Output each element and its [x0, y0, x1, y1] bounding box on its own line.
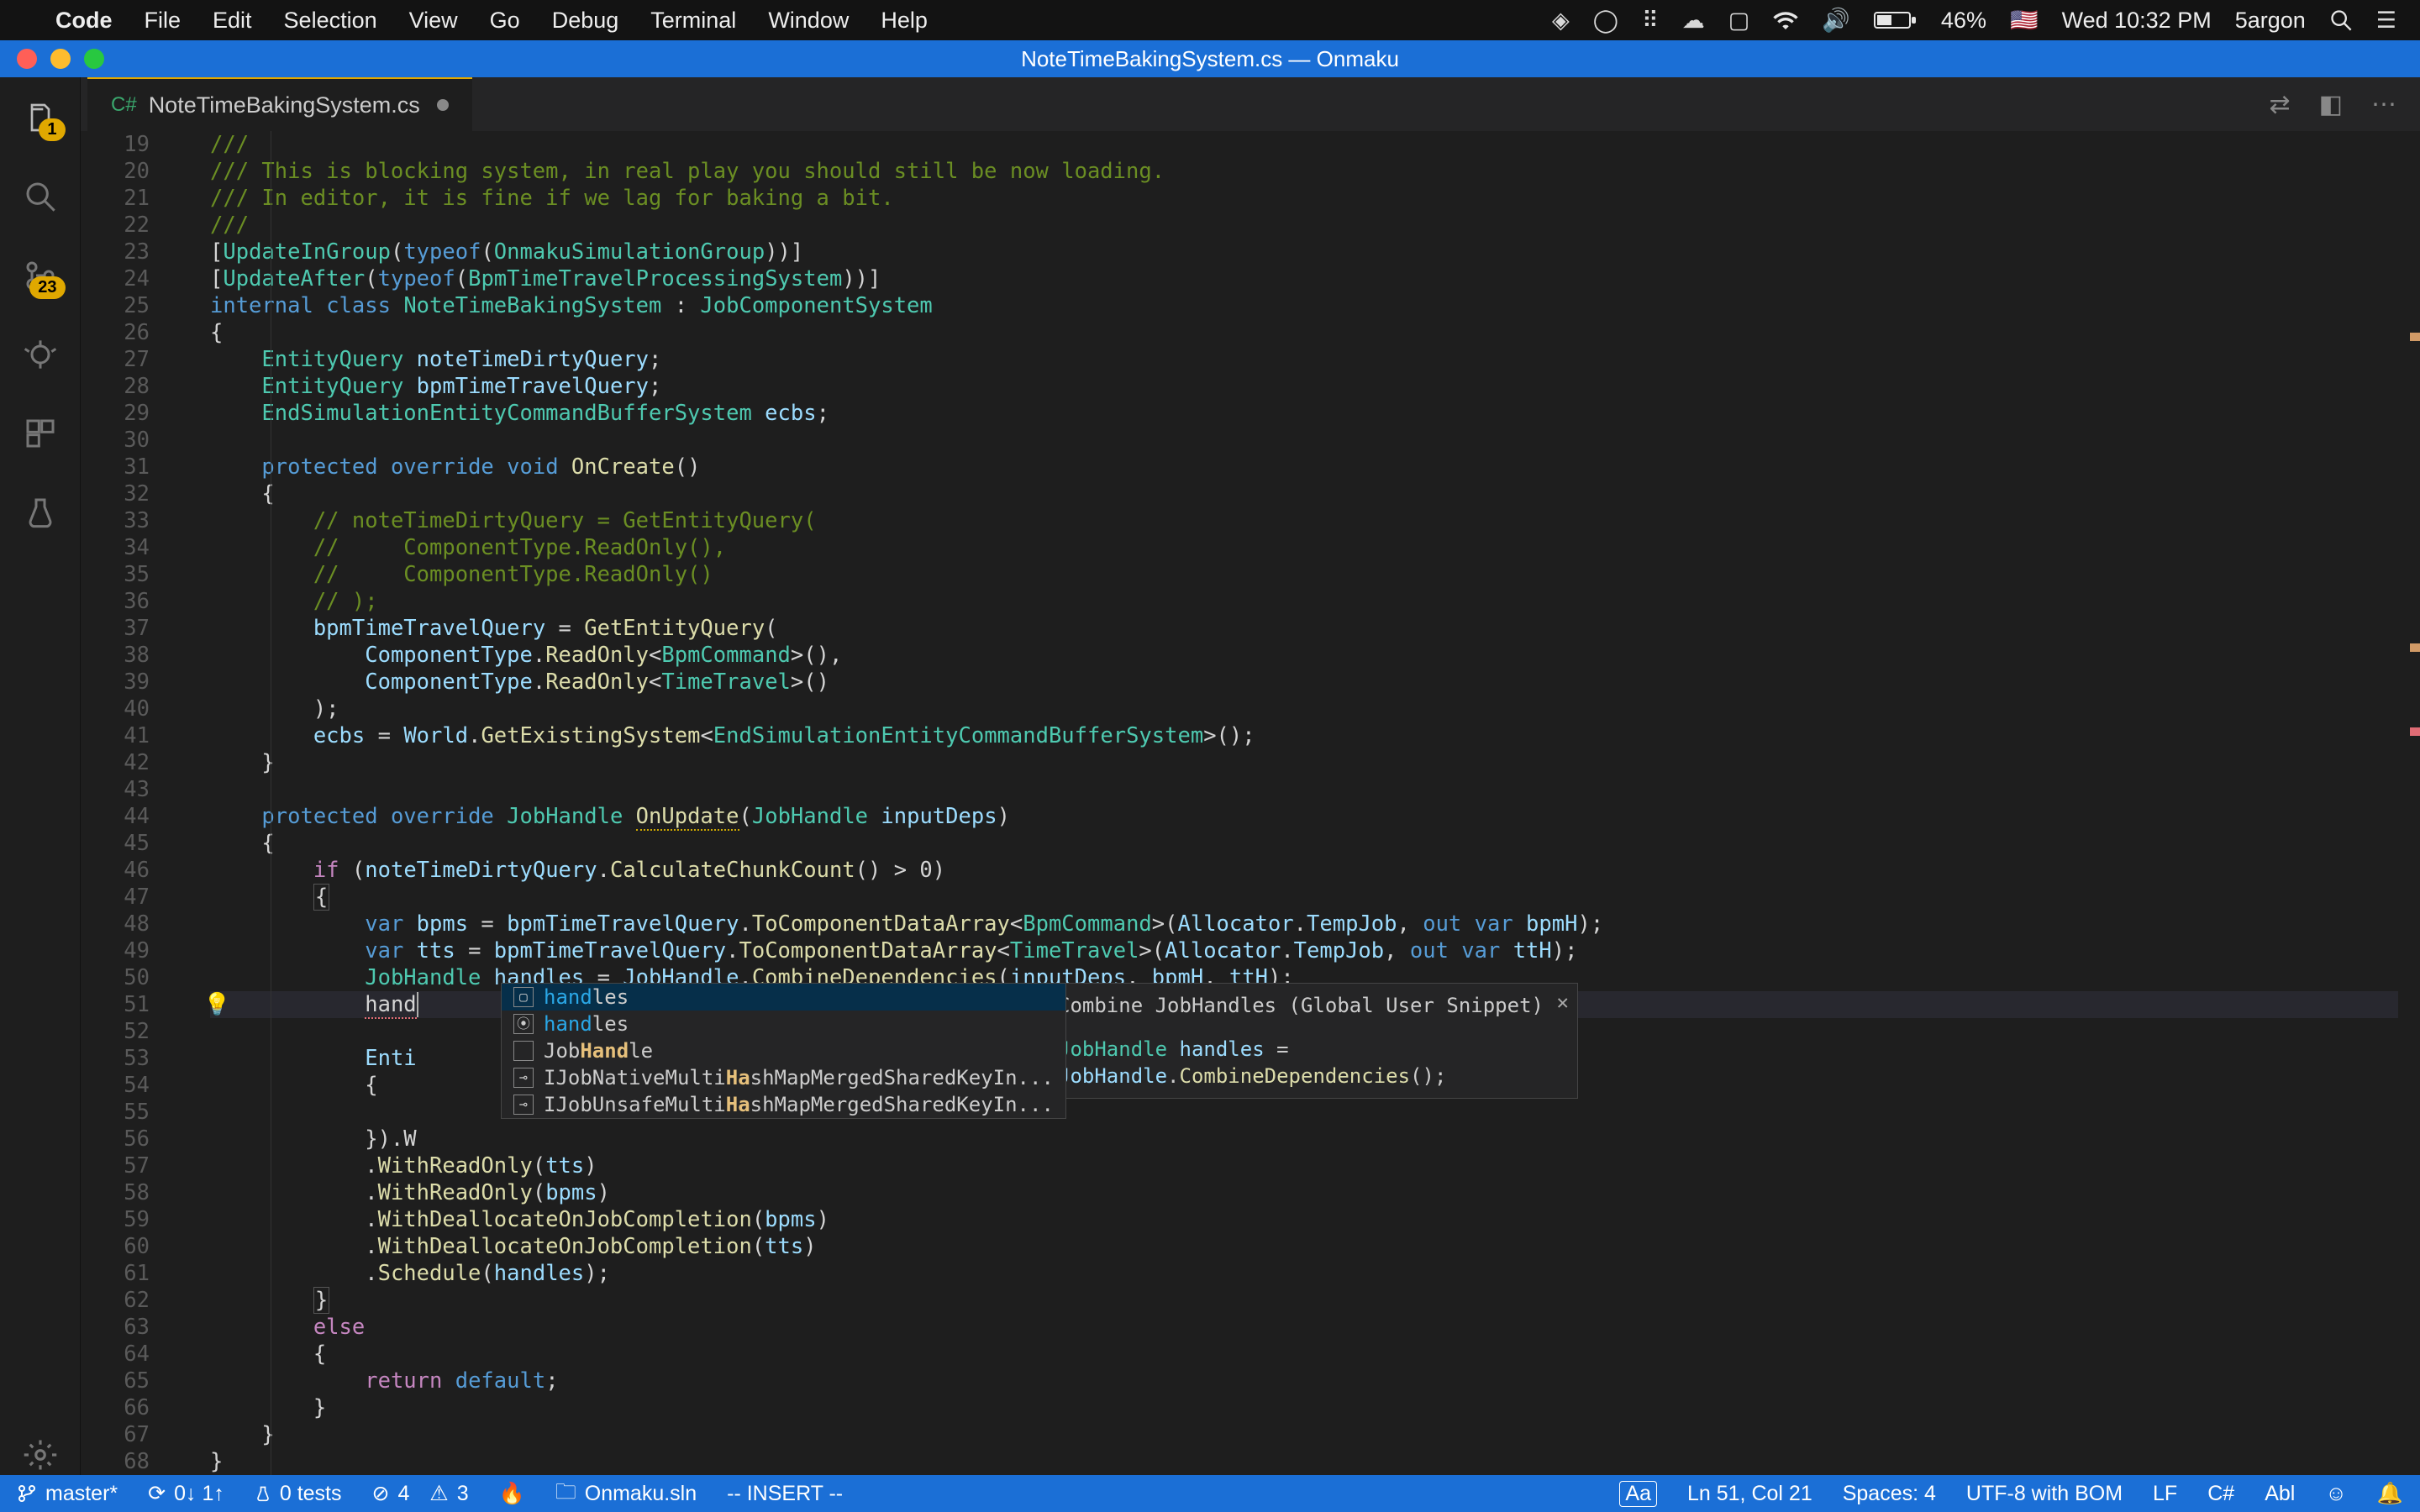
solution-status[interactable]: 🗀 Onmaku.sln — [555, 1476, 697, 1512]
line-numbers: 1920212223242526272829303132333435363738… — [81, 131, 173, 1475]
interface-kind-icon: ⊸ — [513, 1095, 534, 1115]
abl[interactable]: Abl — [2265, 1482, 2295, 1506]
doc-header: Combine JobHandles (Global User Snippet) — [1058, 992, 1560, 1019]
wifi-icon[interactable] — [1773, 11, 1798, 29]
autocomplete-item[interactable]: ⦿ handles — [502, 1011, 1065, 1037]
macos-menubar: Code File Edit Selection View Go Debug T… — [0, 0, 2420, 40]
suggestion-details: ✕ Combine JobHandles (Global User Snippe… — [1040, 983, 1578, 1099]
settings-gear-icon[interactable] — [20, 1435, 60, 1475]
menu-help[interactable]: Help — [881, 8, 928, 34]
indentation[interactable]: Spaces: 4 — [1843, 1482, 1936, 1506]
window-titlebar: NoteTimeBakingSystem.cs — Onmaku — [0, 40, 2420, 77]
volume-icon[interactable]: 🔊 — [1822, 7, 1850, 34]
cloud-icon[interactable]: ☁ — [1682, 8, 1705, 34]
vim-mode: -- INSERT -- — [727, 1482, 843, 1506]
battery-percent: 46% — [1941, 8, 1986, 34]
field-kind-icon: ⦿ — [513, 1014, 534, 1034]
omnisharp-flame-icon[interactable]: 🔥 — [499, 1482, 525, 1506]
minimap[interactable] — [2398, 131, 2420, 1475]
zoom-window-button[interactable] — [84, 49, 104, 69]
test-icon[interactable] — [20, 492, 60, 533]
menu-go[interactable]: Go — [490, 8, 520, 34]
lightbulb-icon[interactable]: 💡 — [203, 991, 230, 1018]
snippet-kind-icon: ▢ — [513, 987, 534, 1007]
editor-area: C# NoteTimeBakingSystem.cs ⇄ ◧ ⋯ 1920212… — [81, 77, 2420, 1475]
notifications-bell-icon[interactable]: 🔔 — [2377, 1482, 2403, 1506]
problems-status[interactable]: ⊘ 4 ⚠ 3 — [372, 1481, 469, 1506]
explorer-icon[interactable]: 1 — [20, 97, 60, 138]
display-icon[interactable]: ▢ — [1728, 8, 1750, 34]
menu-window[interactable]: Window — [768, 8, 849, 34]
activity-bar: 1 23 — [0, 77, 81, 1475]
more-actions-icon[interactable]: ⋯ — [2371, 90, 2396, 119]
class-kind-icon — [513, 1041, 534, 1061]
scm-badge: 23 — [29, 276, 65, 299]
tab-notetimebakingsystem[interactable]: C# NoteTimeBakingSystem.cs — [87, 77, 472, 131]
close-window-button[interactable] — [17, 49, 37, 69]
close-icon[interactable]: ✕ — [1557, 989, 1569, 1016]
extensions-icon[interactable] — [20, 413, 60, 454]
menu-view[interactable]: View — [409, 8, 458, 34]
steam-icon[interactable]: ◯ — [1593, 8, 1618, 34]
cursor-position[interactable]: Ln 51, Col 21 — [1687, 1482, 1812, 1506]
status-bar: master* ⟳ 0↓ 1↑ 0 tests ⊘ 4 ⚠ 3 🔥 🗀 Onma… — [0, 1475, 2420, 1512]
feedback-icon[interactable]: ☺ — [2325, 1482, 2347, 1506]
language-mode[interactable]: C# — [2207, 1482, 2234, 1506]
clock[interactable]: Wed 10:32 PM — [2062, 8, 2212, 34]
split-editor-icon[interactable]: ◧ — [2319, 90, 2343, 119]
search-icon[interactable] — [20, 176, 60, 217]
encoding[interactable]: UTF-8 with BOM — [1966, 1482, 2123, 1506]
compare-changes-icon[interactable]: ⇄ — [2270, 90, 2291, 119]
unity-icon[interactable]: ◈ — [1552, 8, 1570, 34]
window-controls — [17, 49, 104, 69]
source-control-icon[interactable]: 23 — [20, 255, 60, 296]
code-editor[interactable]: 1920212223242526272829303132333435363738… — [81, 131, 2420, 1475]
menu-debug[interactable]: Debug — [552, 8, 619, 34]
dropbox-icon[interactable]: ⠿ — [1642, 8, 1659, 34]
csharp-file-icon: C# — [111, 93, 137, 117]
input-flag[interactable]: 🇺🇸 — [2010, 7, 2039, 34]
tab-label: NoteTimeBakingSystem.cs — [149, 92, 420, 118]
eol[interactable]: LF — [2153, 1482, 2177, 1506]
autocomplete-popup[interactable]: ▢ handles ⦿ handles JobHandle ⊸ IJobNati… — [501, 983, 1066, 1119]
menu-selection[interactable]: Selection — [284, 8, 377, 34]
autocomplete-item[interactable]: ⊸ IJobNativeMultiHashMapMergedSharedKeyI… — [502, 1064, 1065, 1091]
app-name[interactable]: Code — [55, 8, 113, 34]
dirty-indicator-icon — [437, 99, 449, 111]
control-center-icon[interactable]: ☰ — [2376, 8, 2396, 34]
menu-file[interactable]: File — [145, 8, 182, 34]
spotlight-icon[interactable] — [2329, 8, 2353, 32]
menu-edit[interactable]: Edit — [213, 8, 252, 34]
interface-kind-icon: ⊸ — [513, 1068, 534, 1088]
autocomplete-item[interactable]: ▢ handles — [502, 984, 1065, 1011]
explorer-badge: 1 — [39, 118, 65, 141]
minimize-window-button[interactable] — [50, 49, 71, 69]
window-title: NoteTimeBakingSystem.cs — Onmaku — [1021, 46, 1399, 72]
menu-terminal[interactable]: Terminal — [650, 8, 736, 34]
autocomplete-item[interactable]: ⊸ IJobUnsafeMultiHashMapMergedSharedKeyI… — [502, 1091, 1065, 1118]
autocomplete-item[interactable]: JobHandle — [502, 1037, 1065, 1064]
username[interactable]: 5argon — [2235, 8, 2306, 34]
git-branch[interactable]: master* — [17, 1482, 118, 1506]
debug-icon[interactable] — [20, 334, 60, 375]
sync-status[interactable]: ⟳ 0↓ 1↑ — [148, 1481, 224, 1506]
case-sensitive[interactable]: Aa — [1619, 1481, 1657, 1507]
tests-status[interactable]: 0 tests — [255, 1482, 342, 1506]
battery-icon[interactable] — [1874, 10, 1918, 30]
editor-tabs: C# NoteTimeBakingSystem.cs ⇄ ◧ ⋯ — [81, 77, 2420, 131]
